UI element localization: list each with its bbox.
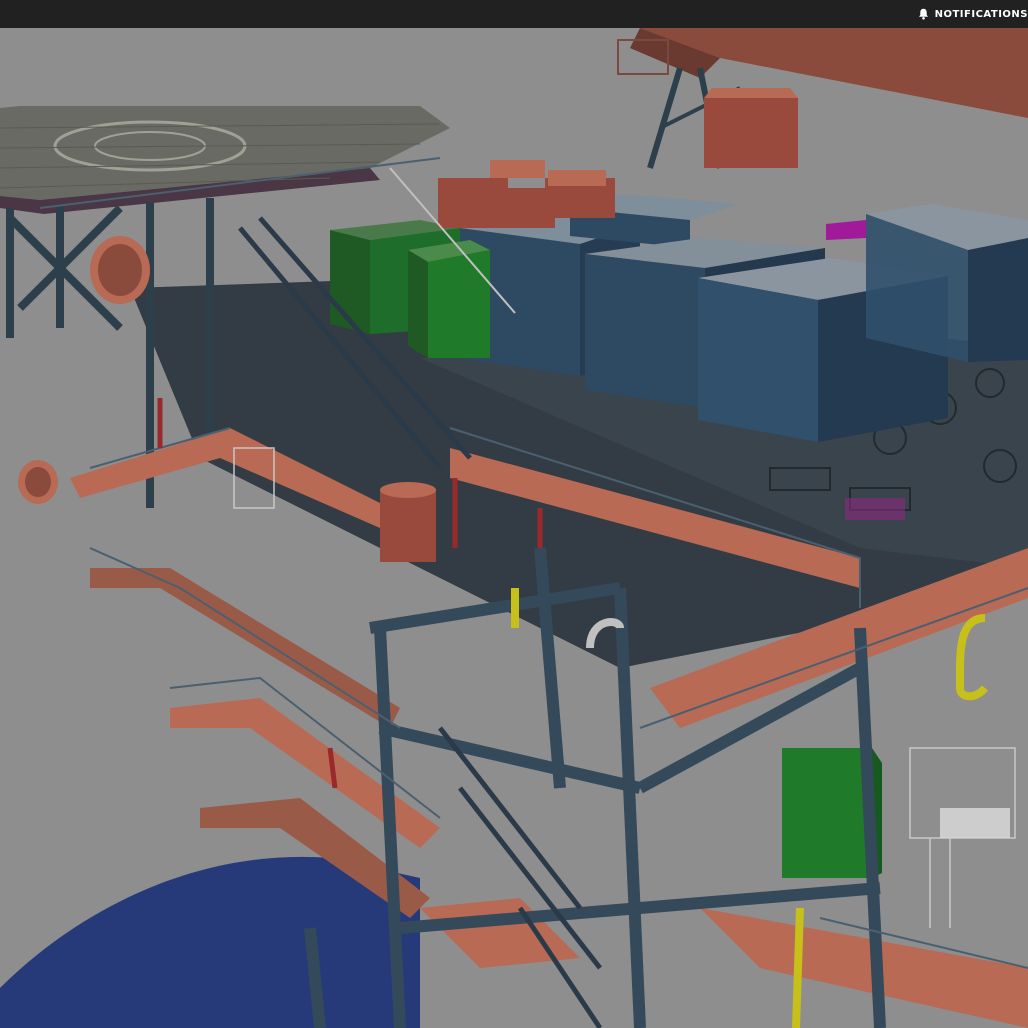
notifications-button[interactable]: NOTIFICATIONS	[918, 0, 1028, 28]
3d-viewport[interactable]	[0, 28, 1028, 1028]
top-bar: NOTIFICATIONS	[0, 0, 1028, 28]
bell-icon	[918, 8, 929, 20]
platform-scene	[0, 28, 1028, 1028]
notifications-label: NOTIFICATIONS	[934, 8, 1028, 20]
storage-tank	[380, 482, 436, 562]
